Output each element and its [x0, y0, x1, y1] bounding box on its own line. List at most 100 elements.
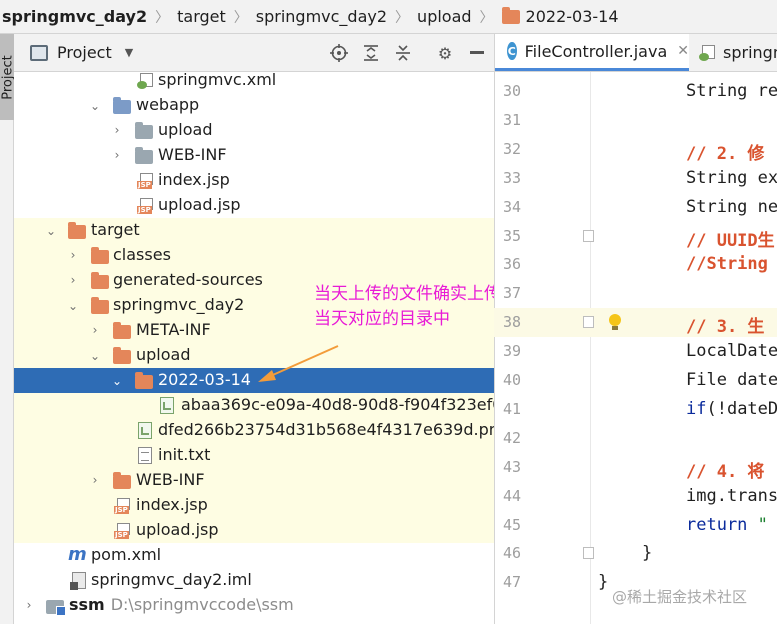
- chevron-down-icon[interactable]: ⌄: [88, 349, 102, 363]
- line-number[interactable]: 32: [494, 140, 521, 158]
- tree-item[interactable]: › ssm D:\springmvccode\ssm: [14, 593, 494, 618]
- tree-item[interactable]: › WEB-INF: [14, 143, 494, 168]
- fold-icon[interactable]: [583, 547, 594, 560]
- line-number[interactable]: 42: [494, 429, 521, 447]
- fold-icon[interactable]: [583, 316, 594, 329]
- breadcrumb-item-project[interactable]: springmvc_day2: [2, 7, 147, 26]
- chevron-down-icon[interactable]: ⌄: [88, 99, 102, 113]
- tree-item-label: init.txt: [158, 445, 211, 464]
- chevron-down-icon[interactable]: ▼: [125, 46, 133, 59]
- chevron-right-icon[interactable]: ›: [22, 598, 36, 612]
- line-number[interactable]: 46: [494, 544, 521, 562]
- tree-item[interactable]: upload.jsp: [14, 518, 494, 543]
- code-line[interactable]: 40 File date: [494, 366, 777, 395]
- tool-window-strip: [0, 34, 14, 624]
- collapse-all-icon[interactable]: [394, 44, 412, 62]
- tree-item-label: webapp: [136, 95, 200, 114]
- chevron-right-icon[interactable]: ›: [88, 473, 102, 487]
- class-icon: C: [507, 42, 517, 60]
- chevron-down-icon[interactable]: ⌄: [44, 224, 58, 238]
- code-line[interactable]: 39 LocalDate: [494, 337, 777, 366]
- project-tool-tab[interactable]: Project: [0, 34, 16, 120]
- tree-item[interactable]: › classes: [14, 243, 494, 268]
- line-number[interactable]: 43: [494, 458, 521, 476]
- line-number[interactable]: 39: [494, 342, 521, 360]
- code-line[interactable]: 44 img.trans: [494, 482, 777, 511]
- code-text: // 4. 将: [686, 461, 765, 482]
- line-number[interactable]: 38: [494, 313, 521, 331]
- annotation-arrow: [258, 345, 339, 382]
- line-number[interactable]: 35: [494, 227, 521, 245]
- code-line[interactable]: 30 String re: [494, 77, 777, 106]
- folder-icon: [91, 297, 109, 314]
- code-line[interactable]: 31: [494, 106, 777, 135]
- expand-all-icon[interactable]: [362, 44, 380, 62]
- tree-item-label: springmvc_day2: [113, 295, 245, 314]
- code-line[interactable]: 34 String ne: [494, 193, 777, 222]
- tab-springmvc-xml[interactable]: springm: [691, 34, 777, 71]
- chevron-right-icon[interactable]: ›: [66, 248, 80, 262]
- fold-icon[interactable]: [583, 229, 594, 242]
- line-number[interactable]: 47: [494, 573, 521, 591]
- code-line[interactable]: 37: [494, 279, 777, 308]
- chevron-down-icon[interactable]: ⌄: [66, 299, 80, 313]
- tree-item-label: WEB-INF: [158, 145, 227, 164]
- line-number[interactable]: 41: [494, 400, 521, 418]
- code-line[interactable]: 42: [494, 424, 777, 453]
- tree-item[interactable]: dfed266b23754d31b568e4f4317e639d.png: [14, 418, 494, 443]
- locate-icon[interactable]: [330, 44, 348, 62]
- code-line[interactable]: 38 // 3. 生: [494, 308, 777, 338]
- code-line[interactable]: 33 String ex: [494, 164, 777, 193]
- tree-item[interactable]: › WEB-INF: [14, 468, 494, 493]
- breadcrumb-item-springmvc-day2[interactable]: springmvc_day2: [256, 7, 387, 26]
- line-number[interactable]: 45: [494, 516, 521, 534]
- line-number[interactable]: 44: [494, 487, 521, 505]
- tree-item[interactable]: index.jsp: [14, 493, 494, 518]
- code-line[interactable]: 41 if(!dateD: [494, 395, 777, 424]
- tree-item[interactable]: index.jsp: [14, 168, 494, 193]
- close-icon[interactable]: ✕: [677, 43, 689, 59]
- tree-item[interactable]: abaa369c-e09a-40d8-90d8-f904f323ef0a.p: [14, 393, 494, 418]
- code-line[interactable]: 43 // 4. 将: [494, 453, 777, 482]
- tree-item[interactable]: upload.jsp: [14, 193, 494, 218]
- line-number[interactable]: 33: [494, 169, 521, 187]
- tree-item[interactable]: m pom.xml: [14, 543, 494, 568]
- line-number[interactable]: 30: [494, 82, 521, 100]
- code-line[interactable]: 36 //String: [494, 250, 777, 279]
- chevron-down-icon[interactable]: ⌄: [110, 374, 124, 388]
- tree-item[interactable]: › upload: [14, 118, 494, 143]
- tree-item[interactable]: init.txt: [14, 443, 494, 468]
- breadcrumb-item-date[interactable]: 2022-03-14: [501, 6, 619, 26]
- tree-item-label: pom.xml: [91, 545, 162, 564]
- folder-icon: [113, 347, 131, 364]
- code-line[interactable]: 45 return ": [494, 511, 777, 540]
- breadcrumb-item-upload[interactable]: upload: [417, 7, 472, 26]
- chevron-right-icon[interactable]: ›: [110, 123, 124, 137]
- code-line[interactable]: 46}: [494, 539, 777, 568]
- code-line[interactable]: 32 // 2. 修: [494, 135, 777, 164]
- project-panel-title[interactable]: Project: [57, 43, 112, 62]
- tree-item[interactable]: ⌄ webapp: [14, 93, 494, 118]
- line-number[interactable]: 36: [494, 255, 521, 273]
- gear-icon[interactable]: ⚙: [436, 44, 454, 63]
- tree-item-label: WEB-INF: [136, 470, 205, 489]
- line-number[interactable]: 34: [494, 198, 521, 216]
- chevron-right-icon[interactable]: ›: [88, 323, 102, 337]
- tab-filecontroller[interactable]: C FileController.java ✕: [495, 34, 689, 71]
- tree-item[interactable]: springmvc_day2.iml: [14, 568, 494, 593]
- code-line[interactable]: 35 // UUID生: [494, 222, 777, 251]
- minimize-icon[interactable]: [468, 44, 486, 62]
- line-number[interactable]: 40: [494, 371, 521, 389]
- code-text: // 3. 生: [686, 317, 765, 338]
- xml-file-icon: [699, 44, 715, 61]
- chevron-right-icon[interactable]: ›: [66, 273, 80, 287]
- tree-item[interactable]: springmvc.xml: [14, 72, 494, 93]
- line-number[interactable]: 31: [494, 111, 521, 129]
- lightbulb-icon[interactable]: [608, 314, 622, 331]
- line-number[interactable]: 37: [494, 284, 521, 302]
- jsp-file-icon: [137, 173, 153, 189]
- code-text: String re: [686, 81, 777, 101]
- tree-item[interactable]: ⌄ target: [14, 218, 494, 243]
- chevron-right-icon[interactable]: ›: [110, 148, 124, 162]
- breadcrumb-item-target[interactable]: target: [177, 7, 226, 26]
